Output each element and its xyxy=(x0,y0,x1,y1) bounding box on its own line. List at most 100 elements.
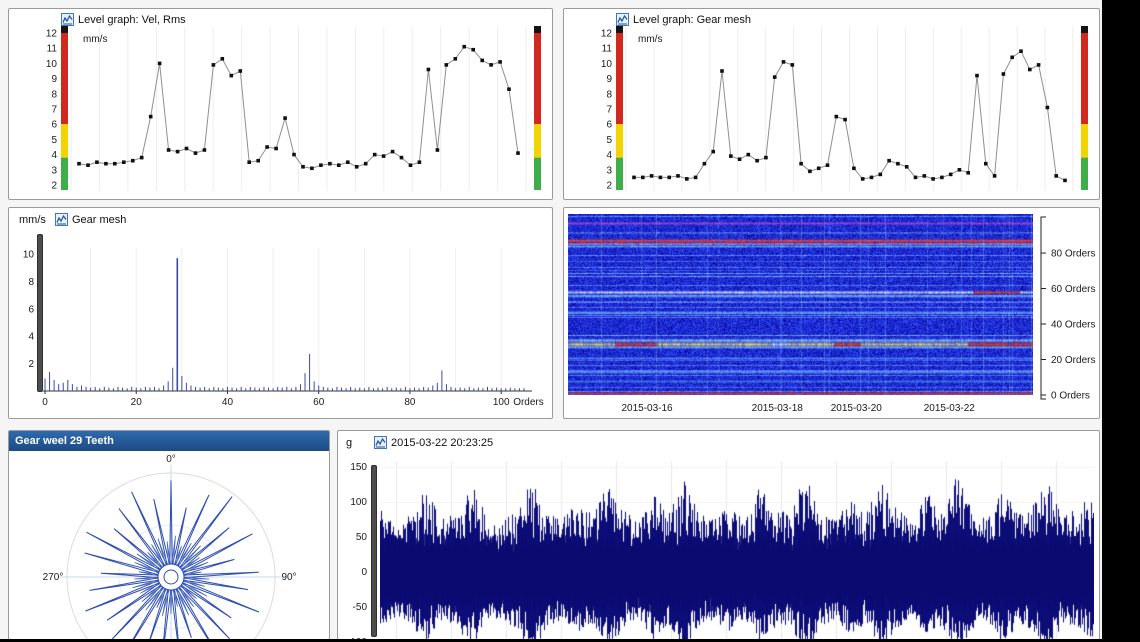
svg-text:7: 7 xyxy=(51,105,57,116)
panel-header: Level graph: Vel, Rms xyxy=(61,13,186,26)
time-signal-icon xyxy=(374,436,387,449)
svg-text:0 Orders: 0 Orders xyxy=(1051,391,1090,402)
polar-chart[interactable]: 0° 90° 270° xyxy=(9,451,330,640)
alarm-bar-right-cap xyxy=(534,26,541,33)
panel-level-graph-gear-mesh: 12 11 10 9 8 7 6 5 4 3 2 mm/s Level graph: Gear mes… xyxy=(563,8,1100,200)
alarm-bar-left-cap xyxy=(616,26,623,33)
svg-text:6: 6 xyxy=(606,120,612,131)
svg-text:8: 8 xyxy=(51,89,57,100)
waveform-axes: 150100500-50-100 xyxy=(338,431,1100,640)
svg-text:mm/s: mm/s xyxy=(638,34,662,45)
level-chart-vel-rms[interactable]: 12 11 10 9 8 7 6 5 4 3 2 mm/s xyxy=(9,9,553,200)
alarm-bar-left-cap xyxy=(61,26,68,33)
panel-title: Gear mesh xyxy=(72,214,126,226)
svg-text:9: 9 xyxy=(606,74,612,85)
svg-text:3: 3 xyxy=(606,165,612,176)
screen-edge-right xyxy=(1102,0,1140,642)
spectrum-icon xyxy=(55,213,68,226)
panel-order-spectrogram: 80 Orders 60 Orders 40 Orders 20 Orders 0 Or… xyxy=(563,207,1100,419)
svg-text:10: 10 xyxy=(601,59,613,70)
waveform-chart[interactable]: 150100500-50-100 xyxy=(338,431,1100,640)
svg-text:12: 12 xyxy=(601,29,613,40)
svg-text:2: 2 xyxy=(28,359,34,370)
y-scale-slider[interactable] xyxy=(37,234,43,392)
polar-panel-title-bar[interactable]: Gear weel 29 Teeth xyxy=(9,431,329,451)
polar-panel-title: Gear weel 29 Teeth xyxy=(15,435,114,447)
alarm-bar-left xyxy=(61,33,68,124)
waveform-timestamp: 2015-03-22 20:23:25 xyxy=(391,437,493,449)
alarm-bar-right xyxy=(534,124,541,157)
svg-text:7: 7 xyxy=(606,105,612,116)
svg-text:150: 150 xyxy=(350,462,367,473)
alarm-bar-left xyxy=(61,158,68,190)
svg-text:10: 10 xyxy=(46,59,58,70)
alarm-bar-right xyxy=(1081,33,1088,124)
svg-text:2015-03-16: 2015-03-16 xyxy=(621,403,673,414)
alarm-bar-right xyxy=(1081,158,1088,190)
svg-text:2015-03-20: 2015-03-20 xyxy=(831,403,883,414)
svg-text:2: 2 xyxy=(606,181,612,192)
y-axis-unit-label: g xyxy=(346,437,352,449)
panel-level-graph-vel-rms: 12 11 10 9 8 7 6 5 4 3 2 mm/s Level graph: Vel, Rms xyxy=(8,8,553,200)
svg-text:11: 11 xyxy=(47,44,58,55)
svg-text:8: 8 xyxy=(606,89,612,100)
alarm-bar-right-cap xyxy=(1081,26,1088,33)
svg-text:12: 12 xyxy=(46,29,58,40)
svg-text:6: 6 xyxy=(28,304,34,315)
spectrogram-axes: 80 Orders 60 Orders 40 Orders 20 Orders 0 Or… xyxy=(564,208,1100,419)
svg-text:4: 4 xyxy=(28,332,34,343)
panel-title: Level graph: Vel, Rms xyxy=(78,14,186,26)
panel-time-waveform: 150100500-50-100 g 2015-03-22 20:23:25 xyxy=(337,430,1100,640)
svg-text:10: 10 xyxy=(23,250,35,261)
svg-text:mm/s: mm/s xyxy=(83,34,107,45)
svg-text:20: 20 xyxy=(131,397,143,408)
panel-title: Level graph: Gear mesh xyxy=(633,14,751,26)
svg-text:8: 8 xyxy=(28,277,34,288)
panel-header: Gear mesh xyxy=(55,213,126,226)
svg-text:4: 4 xyxy=(51,150,57,161)
y-scale-slider[interactable] xyxy=(371,465,377,637)
alarm-bar-right xyxy=(1081,124,1088,157)
spectrogram-chart[interactable]: 80 Orders 60 Orders 40 Orders 20 Orders 0 Or… xyxy=(564,208,1100,419)
svg-text:0°: 0° xyxy=(166,454,176,465)
svg-text:90°: 90° xyxy=(281,572,296,583)
svg-text:50: 50 xyxy=(356,532,368,543)
app-window: 12 11 10 9 8 7 6 5 4 3 2 mm/s Level graph: Vel, Rms… xyxy=(0,0,1140,642)
svg-text:-50: -50 xyxy=(353,602,368,613)
svg-text:2: 2 xyxy=(51,181,57,192)
svg-text:6: 6 xyxy=(51,120,57,131)
alarm-bar-right xyxy=(534,33,541,124)
spectrum-chart[interactable]: 108642020406080100Orders xyxy=(9,208,553,419)
level-graph-icon xyxy=(61,13,74,26)
svg-text:80: 80 xyxy=(404,397,416,408)
level-chart-gear-mesh[interactable]: 12 11 10 9 8 7 6 5 4 3 2 mm/s xyxy=(564,9,1100,200)
svg-text:9: 9 xyxy=(51,74,57,85)
svg-text:0: 0 xyxy=(361,567,367,578)
level-graph-icon xyxy=(616,13,629,26)
alarm-bar-left xyxy=(61,124,68,157)
alarm-bar-right xyxy=(534,158,541,190)
alarm-bar-left xyxy=(616,158,623,190)
svg-text:4: 4 xyxy=(606,150,612,161)
y-axis-unit-label: mm/s xyxy=(19,214,46,226)
svg-text:2015-03-18: 2015-03-18 xyxy=(752,403,804,414)
alarm-bar-left xyxy=(616,124,623,157)
svg-text:270°: 270° xyxy=(43,572,64,583)
svg-text:Orders: Orders xyxy=(513,397,544,408)
svg-text:5: 5 xyxy=(51,135,57,146)
svg-text:11: 11 xyxy=(602,44,613,55)
svg-text:20 Orders: 20 Orders xyxy=(1051,355,1095,366)
svg-text:80 Orders: 80 Orders xyxy=(1051,249,1095,260)
panel-gear-wheel-polar: 0° 90° 270° Gear weel 29 Teeth xyxy=(8,430,330,640)
svg-text:2015-03-22: 2015-03-22 xyxy=(924,403,976,414)
svg-text:100: 100 xyxy=(493,397,510,408)
svg-text:0: 0 xyxy=(42,397,48,408)
alarm-bar-left xyxy=(616,33,623,124)
svg-text:100: 100 xyxy=(350,497,367,508)
svg-text:60: 60 xyxy=(313,397,325,408)
svg-text:40 Orders: 40 Orders xyxy=(1051,320,1095,331)
svg-text:60 Orders: 60 Orders xyxy=(1051,284,1095,295)
svg-text:5: 5 xyxy=(606,135,612,146)
svg-text:3: 3 xyxy=(51,165,57,176)
panel-header: 2015-03-22 20:23:25 xyxy=(374,436,493,449)
